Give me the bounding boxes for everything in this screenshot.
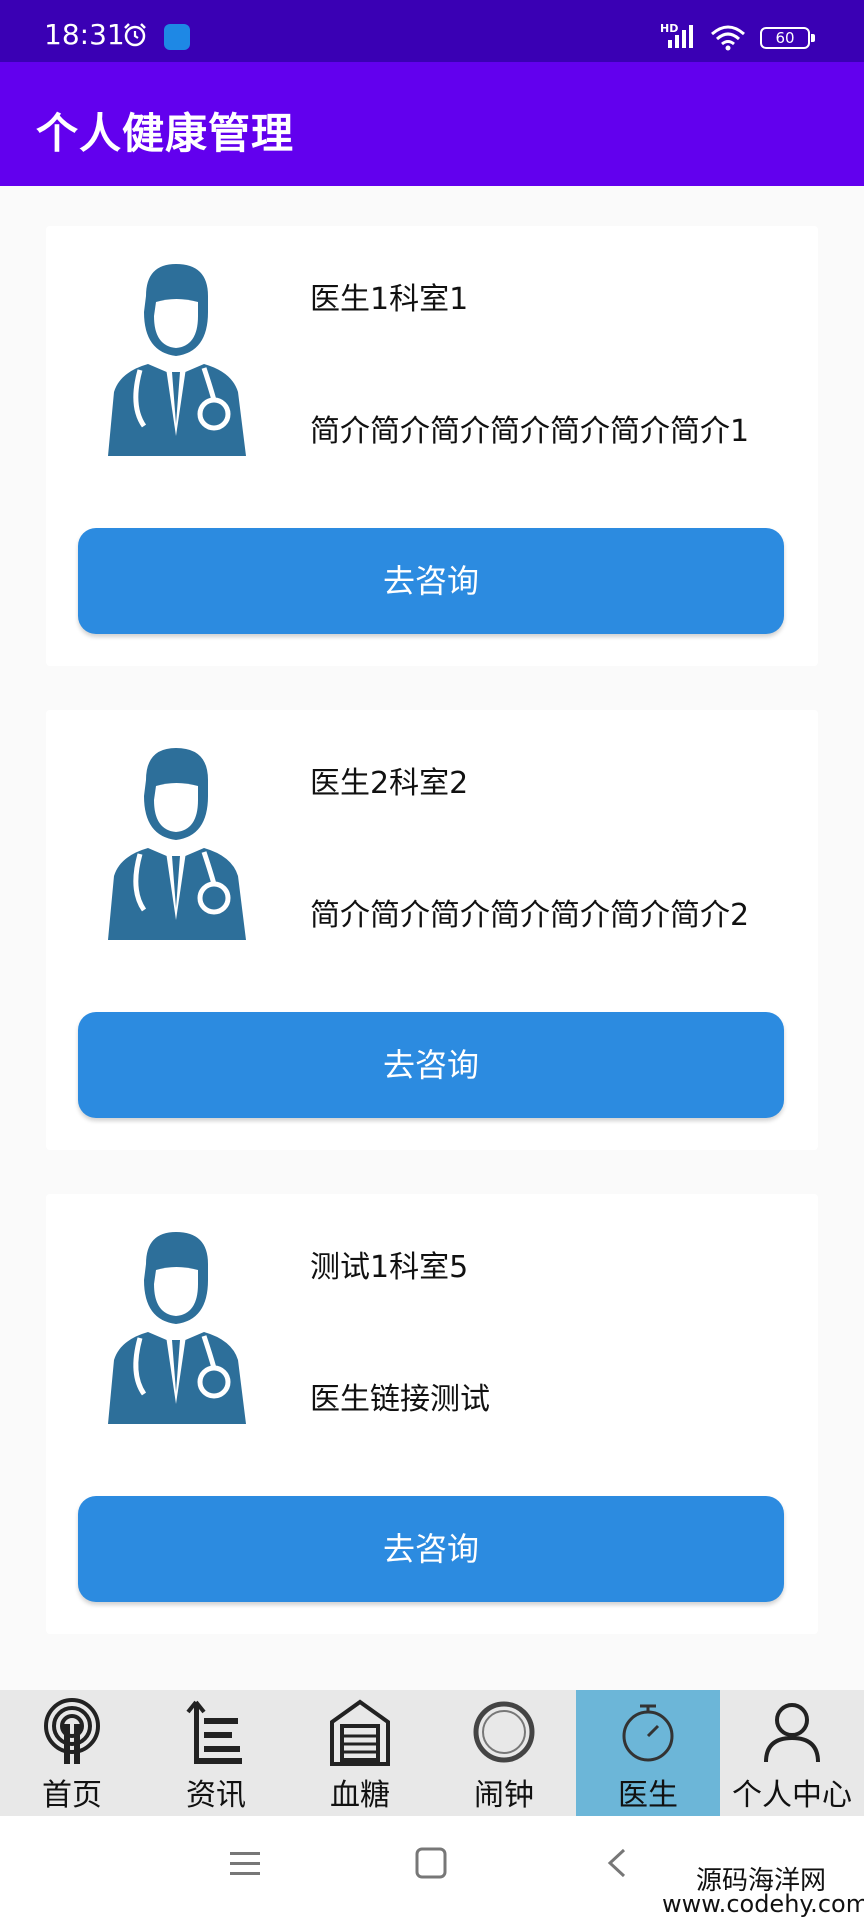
nav-label-doctor: 医生 <box>618 1778 678 1813</box>
status-time: 18:31 <box>44 18 125 51</box>
battery-indicator: 60 <box>760 27 815 49</box>
back-icon[interactable] <box>604 1846 628 1880</box>
menu-icon[interactable] <box>228 1846 262 1880</box>
signal-icon <box>668 25 693 48</box>
battery-level: 60 <box>775 29 795 47</box>
bottom-navigation: 首页 资讯 血糖 闹钟 医生 个人中心 <box>0 1690 864 1816</box>
blood-sugar-icon <box>330 1699 390 1766</box>
consult-button[interactable]: 去咨询 <box>78 1012 784 1118</box>
nav-item-doctor[interactable]: 医生 <box>576 1690 720 1816</box>
nav-item-alarm[interactable]: 闹钟 <box>432 1690 576 1816</box>
nav-label-news: 资讯 <box>186 1778 246 1813</box>
nav-label-profile: 个人中心 <box>732 1778 852 1813</box>
consult-button[interactable]: 去咨询 <box>78 528 784 634</box>
nav-label-alarm: 闹钟 <box>474 1778 534 1813</box>
doctor-intro: 简介简介简介简介简介简介简介1 <box>310 414 750 449</box>
alarm-ring-icon <box>473 1701 535 1763</box>
nav-item-home[interactable]: 首页 <box>0 1690 144 1816</box>
consult-button[interactable]: 去咨询 <box>78 1496 784 1602</box>
doctor-name: 医生2科室2 <box>310 766 469 801</box>
nav-label-home: 首页 <box>42 1778 102 1813</box>
nav-item-news[interactable]: 资讯 <box>144 1690 288 1816</box>
doctor-avatar-icon <box>108 748 246 940</box>
user-icon <box>764 1703 820 1763</box>
alarm-clock-icon <box>124 23 146 47</box>
home-square-icon[interactable] <box>414 1846 448 1880</box>
nav-label-blood-sugar: 血糖 <box>330 1778 390 1813</box>
stopwatch-icon <box>622 1704 674 1762</box>
app-notification-icon <box>164 24 190 50</box>
doctor-avatar-icon <box>108 1232 246 1424</box>
doctor-intro: 医生链接测试 <box>310 1382 490 1417</box>
doctor-name: 医生1科室1 <box>310 282 469 317</box>
doctor-name: 测试1科室5 <box>310 1250 469 1285</box>
nav-item-profile[interactable]: 个人中心 <box>720 1690 864 1816</box>
status-bar: 18:31 HD 60 <box>0 0 864 62</box>
doctor-intro: 简介简介简介简介简介简介简介2 <box>310 898 750 933</box>
doctor-card: 医生2科室2 简介简介简介简介简介简介简介2 去咨询 <box>46 710 818 1150</box>
wifi-icon <box>711 25 745 51</box>
doctor-avatar-icon <box>108 264 246 456</box>
app-bar: 个人健康管理 <box>0 62 864 186</box>
page-title: 个人健康管理 <box>36 109 295 158</box>
nav-item-blood-sugar[interactable]: 血糖 <box>288 1690 432 1816</box>
watermark-url: www.codehy.com <box>662 1890 864 1918</box>
doctor-card: 医生1科室1 简介简介简介简介简介简介简介1 去咨询 <box>46 226 818 666</box>
home-antenna-icon <box>44 1698 100 1764</box>
doctor-card: 测试1科室5 医生链接测试 去咨询 <box>46 1194 818 1634</box>
news-list-icon <box>186 1700 242 1764</box>
